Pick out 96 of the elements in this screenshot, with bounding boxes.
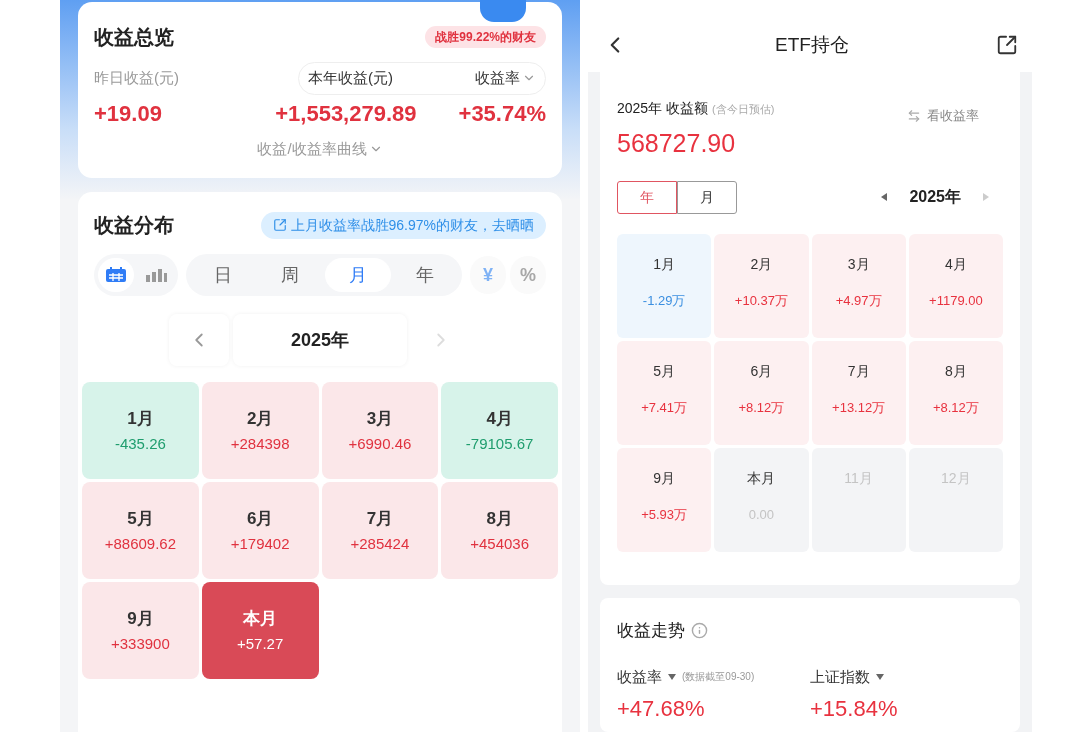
month-label: 5月 bbox=[653, 361, 675, 381]
month-value: +8.12万 bbox=[738, 398, 785, 417]
metric-value: +15.84% bbox=[810, 695, 899, 723]
month-tile[interactable]: 1月 -435.26 bbox=[82, 382, 199, 479]
range-tab[interactable]: 月 bbox=[677, 180, 737, 214]
month-value: +454036 bbox=[470, 534, 530, 554]
month-tile[interactable]: 9月 +333900 bbox=[82, 582, 199, 679]
dropdown-icon[interactable] bbox=[876, 673, 884, 680]
month-value: +5.93万 bbox=[641, 505, 688, 524]
card-title: 收益总览 bbox=[94, 25, 174, 50]
month-value: +179402 bbox=[230, 534, 290, 554]
swap-icon bbox=[907, 109, 921, 123]
bar-chart-icon bbox=[145, 268, 167, 282]
month-value: +13.12万 bbox=[832, 398, 886, 417]
month-tile[interactable]: 8月 +454036 bbox=[441, 482, 558, 579]
month-tile[interactable]: 4月 -79105.67 bbox=[441, 382, 558, 479]
metric-label: 收益率 bbox=[617, 666, 662, 687]
rank-badge: 战胜99.22%的财友 bbox=[425, 26, 546, 48]
info-icon[interactable] bbox=[691, 622, 708, 640]
month-label: 9月 bbox=[127, 607, 154, 630]
month-label: 4月 bbox=[486, 407, 513, 430]
card-title: 收益分布 bbox=[94, 213, 174, 238]
month-tile[interactable]: 8月 +8.12万 bbox=[908, 340, 1003, 445]
rate-label: 收益率 bbox=[475, 68, 520, 88]
page-title: ETF持仓 bbox=[775, 32, 849, 57]
metric-note: (数据截至09-30) bbox=[682, 670, 755, 685]
year-label: 本年收益(元) bbox=[308, 68, 393, 88]
share-icon[interactable] bbox=[996, 34, 1018, 56]
month-label: 6月 bbox=[246, 507, 274, 530]
month-label: 3月 bbox=[847, 254, 870, 274]
summary-note: (含今日预估) bbox=[712, 102, 775, 117]
month-value: +7.41万 bbox=[641, 398, 688, 417]
view-option[interactable] bbox=[98, 258, 134, 292]
month-tile[interactable]: 3月 +4.97万 bbox=[811, 233, 906, 338]
month-value: +8.12万 bbox=[932, 398, 979, 417]
metric-label: 上证指数 bbox=[810, 666, 870, 687]
month-tile[interactable]: 2月 +10.37万 bbox=[714, 233, 809, 338]
month-label: 2月 bbox=[246, 407, 274, 430]
month-value: +4.97万 bbox=[835, 291, 882, 310]
switch-rate-button[interactable]: 看收益率 bbox=[907, 106, 979, 126]
range-tab[interactable]: 年 bbox=[617, 180, 677, 214]
yesterday-value: +19.09 bbox=[94, 99, 162, 128]
summary-title: 2025年 收益额 bbox=[617, 99, 709, 118]
month-value: +333900 bbox=[110, 634, 170, 654]
year-display: 2025年 bbox=[233, 314, 407, 366]
month-value: -435.26 bbox=[114, 434, 166, 454]
month-value: +88609.62 bbox=[104, 534, 177, 554]
month-tile[interactable]: 1月 -1.29万 bbox=[617, 233, 712, 338]
month-tile[interactable]: 6月 +8.12万 bbox=[714, 340, 809, 445]
month-value: +1179.00 bbox=[929, 291, 983, 310]
month-label: 2月 bbox=[750, 254, 773, 274]
month-label: 6月 bbox=[750, 361, 773, 381]
period-tab[interactable]: 年 bbox=[392, 258, 458, 292]
year-display: 2025年 bbox=[909, 187, 961, 207]
summary-amount: 568727.90 bbox=[617, 128, 737, 159]
month-label: 5月 bbox=[127, 507, 154, 530]
month-value: +57.27 bbox=[236, 634, 284, 654]
period-tab[interactable]: 月 bbox=[324, 258, 391, 292]
rate-value: +35.74% bbox=[458, 99, 546, 128]
period-tab[interactable]: 周 bbox=[257, 258, 324, 292]
month-label: 3月 bbox=[366, 407, 394, 430]
month-value: -1.29万 bbox=[642, 291, 686, 310]
month-tile[interactable]: 7月 +13.12万 bbox=[811, 340, 906, 445]
month-label: 本月 bbox=[747, 468, 776, 488]
month-value: +284398 bbox=[230, 434, 290, 454]
month-tile[interactable]: 6月 +179402 bbox=[201, 482, 319, 579]
month-label: 8月 bbox=[944, 361, 967, 381]
yesterday-label: 昨日收益(元) bbox=[94, 68, 179, 88]
month-tile[interactable]: 本月 +57.27 bbox=[201, 582, 319, 679]
month-label: 4月 bbox=[944, 254, 967, 274]
previous-year-icon[interactable] bbox=[881, 193, 888, 201]
calendar-icon bbox=[105, 267, 127, 283]
share-icon bbox=[272, 218, 287, 232]
month-tile[interactable]: 9月 +5.93万 bbox=[617, 447, 712, 552]
month-label: 本月 bbox=[243, 607, 278, 630]
month-tile[interactable]: 4月 +1179.00 bbox=[908, 233, 1003, 338]
month-label: 7月 bbox=[847, 361, 870, 381]
month-label: 1月 bbox=[127, 407, 154, 430]
month-value: +6990.46 bbox=[348, 434, 412, 454]
period-tab[interactable]: 日 bbox=[190, 258, 256, 292]
trend-title: 收益走势 bbox=[617, 620, 685, 642]
month-value: -79105.67 bbox=[465, 434, 534, 454]
month-value: +285424 bbox=[350, 534, 410, 554]
month-tile[interactable]: 5月 +7.41万 bbox=[617, 340, 712, 445]
month-label: 1月 bbox=[653, 254, 675, 274]
month-label: 8月 bbox=[486, 507, 513, 530]
year-value: +1,553,279.89 bbox=[275, 99, 417, 128]
month-tile[interactable]: 5月 +88609.62 bbox=[82, 482, 199, 579]
month-tile[interactable]: 3月 +6990.46 bbox=[321, 382, 439, 479]
month-tile[interactable]: 2月 +284398 bbox=[201, 382, 319, 479]
month-tile[interactable]: 7月 +285424 bbox=[321, 482, 439, 579]
month-value: +10.37万 bbox=[734, 291, 788, 310]
dropdown-icon[interactable] bbox=[668, 673, 676, 680]
metric-value: +47.68% bbox=[617, 695, 706, 723]
month-label: 7月 bbox=[366, 507, 394, 530]
month-label: 9月 bbox=[653, 468, 675, 488]
